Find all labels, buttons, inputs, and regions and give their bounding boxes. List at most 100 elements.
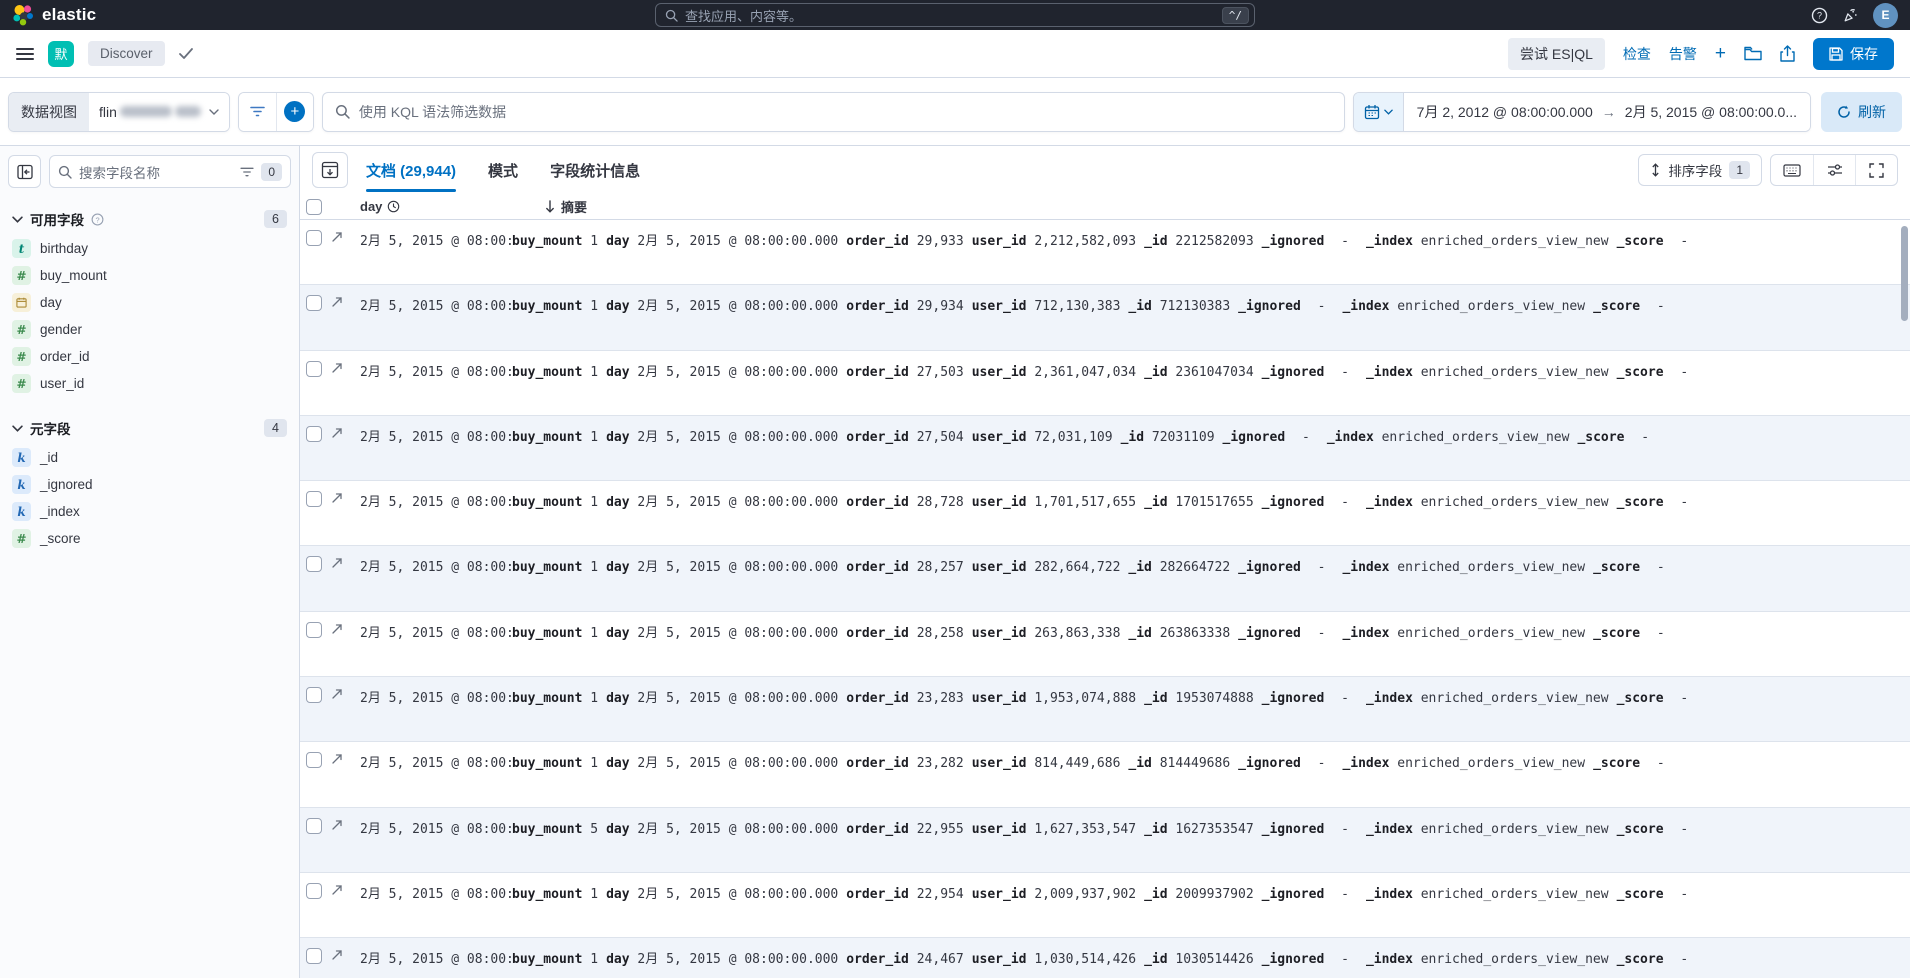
new-session-button[interactable]: + (1715, 44, 1726, 63)
field-item-order_id[interactable]: # order_id (8, 343, 291, 370)
field-name: day (40, 295, 62, 310)
date-start[interactable]: 7月 2, 2012 @ 08:00:00.000 (1417, 102, 1593, 122)
open-folder-icon[interactable] (1744, 46, 1762, 61)
field-value-pair: _ignored - (1238, 299, 1326, 315)
expand-row-button[interactable] (330, 948, 346, 962)
field-value-pair: user_id 712,130,383 (971, 299, 1121, 315)
row-checkbox[interactable] (306, 621, 322, 638)
expand-icon (332, 820, 342, 830)
svg-text:?: ? (95, 215, 99, 224)
expand-row-button[interactable] (330, 426, 346, 440)
tab-documents[interactable]: 文档 (29,944) (366, 156, 457, 192)
add-filter-button[interactable]: + (275, 92, 313, 131)
field-item-birthday[interactable]: t birthday (8, 235, 291, 262)
global-search-input[interactable]: 查找应用、内容等。 ^/ (655, 3, 1255, 27)
expand-row-button[interactable] (330, 752, 346, 766)
display-options-icon (1827, 164, 1842, 176)
row-checkbox[interactable] (306, 230, 322, 246)
field-item-_index[interactable]: k _index (8, 498, 291, 525)
summary-cell: buy_mount 1 day 2月 5, 2015 @ 08:00:00.000… (512, 752, 1910, 771)
field-value-pair: user_id 263,863,338 (971, 625, 1121, 641)
refresh-button[interactable]: 刷新 (1821, 91, 1902, 132)
row-checkbox[interactable] (306, 360, 322, 377)
section-title: 可用字段 (30, 213, 84, 228)
day-cell: 2月 5, 2015 @ 08:00:00.000 (360, 495, 512, 511)
expand-row-button[interactable] (330, 687, 346, 701)
alerts-link[interactable]: 告警 (1669, 44, 1697, 64)
newsfeed-icon[interactable] (1842, 7, 1859, 24)
save-label: 保存 (1850, 45, 1878, 62)
field-item-_score[interactable]: # _score (8, 525, 291, 552)
field-item-_ignored[interactable]: k _ignored (8, 471, 291, 498)
field-value-pair: buy_mount 1 (512, 429, 599, 445)
field-value-pair: user_id 814,449,686 (971, 756, 1121, 772)
space-badge[interactable]: 默 (48, 40, 74, 67)
summary-cell: buy_mount 1 day 2月 5, 2015 @ 08:00:00.000… (512, 948, 1910, 967)
filter-button[interactable] (238, 92, 276, 131)
field-search-input[interactable]: 搜索字段名称 0 (49, 155, 291, 188)
expand-row-button[interactable] (330, 883, 346, 897)
share-icon[interactable] (1780, 45, 1795, 62)
search-icon (58, 165, 72, 179)
keyboard-shortcuts-button[interactable] (1771, 155, 1813, 185)
field-filter-icon[interactable] (240, 167, 254, 177)
vertical-scrollbar[interactable] (1901, 226, 1908, 321)
user-avatar[interactable]: E (1873, 2, 1898, 28)
field-item-day[interactable]: day (8, 289, 291, 316)
field-section-header[interactable]: 元字段 4 (12, 418, 287, 438)
toggle-chart-button[interactable] (312, 152, 348, 188)
field-item-user_id[interactable]: # user_id (8, 370, 291, 397)
display-options-button[interactable] (1813, 155, 1855, 185)
breadcrumb[interactable]: Discover (88, 41, 165, 66)
expand-row-button[interactable] (330, 361, 346, 375)
kql-query-input[interactable]: 使用 KQL 语法筛选数据 (321, 91, 1345, 132)
expand-row-button[interactable] (330, 622, 346, 636)
data-view-select[interactable]: flin (89, 92, 229, 131)
row-checkbox[interactable] (306, 295, 322, 312)
collapse-sidebar-button[interactable] (8, 155, 41, 188)
row-checkbox[interactable] (306, 687, 322, 704)
tab-field-statistics[interactable]: 字段统计信息 (550, 156, 640, 185)
field-value-pair: _ignored - (1238, 560, 1326, 576)
fullscreen-button[interactable] (1855, 155, 1897, 185)
row-checkbox[interactable] (306, 556, 322, 573)
date-end[interactable]: 2月 5, 2015 @ 08:00:00.0... (1625, 102, 1797, 122)
field-item-buy_mount[interactable]: # buy_mount (8, 262, 291, 289)
field-value-pair: day 2月 5, 2015 @ 08:00:00.000 (606, 756, 839, 772)
field-section-header[interactable]: 可用字段? 6 (12, 209, 287, 229)
row-checkbox[interactable] (306, 817, 322, 834)
row-checkbox[interactable] (306, 752, 322, 769)
help-icon[interactable]: ? (1811, 7, 1828, 24)
day-column-header[interactable]: day (360, 199, 512, 214)
expand-row-button[interactable] (330, 818, 346, 832)
row-checkbox[interactable] (306, 882, 322, 899)
expand-icon (332, 689, 342, 699)
sort-fields-button[interactable]: 排序字段 1 (1638, 154, 1762, 186)
date-picker-menu-button[interactable] (1353, 92, 1404, 131)
elastic-logo[interactable]: elastic (12, 4, 96, 26)
info-icon[interactable]: ? (91, 213, 104, 226)
tab-patterns[interactable]: 模式 (488, 156, 518, 185)
field-item-_id[interactable]: k _id (8, 444, 291, 471)
field-item-gender[interactable]: # gender (8, 316, 291, 343)
row-checkbox[interactable] (306, 491, 322, 508)
expand-row-button[interactable] (330, 295, 346, 309)
expand-row-button[interactable] (330, 491, 346, 505)
summary-column-header[interactable]: 摘要 (512, 197, 1910, 216)
query-bar: 数据视图 flin + 使用 KQL 语法筛选数据 7月 2, 2012 @ 0… (0, 78, 1910, 146)
row-checkbox[interactable] (306, 948, 322, 965)
select-all-checkbox[interactable] (306, 198, 322, 215)
try-esql-button[interactable]: 尝试 ES|QL (1508, 37, 1605, 70)
expand-row-button[interactable] (330, 556, 346, 570)
inspect-link[interactable]: 检查 (1623, 44, 1651, 64)
field-value-pair: _index enriched_orders_view_new (1365, 364, 1609, 380)
field-name: buy_mount (40, 268, 107, 283)
expand-row-button[interactable] (330, 230, 346, 244)
filter-controls: + (237, 91, 314, 132)
field-value-pair: user_id 1,627,353,547 (971, 821, 1137, 837)
sort-icon (1652, 163, 1659, 177)
save-button[interactable]: 保存 (1813, 37, 1894, 70)
menu-icon[interactable] (16, 47, 34, 61)
chevron-down-icon (209, 108, 219, 115)
row-checkbox[interactable] (306, 425, 322, 442)
